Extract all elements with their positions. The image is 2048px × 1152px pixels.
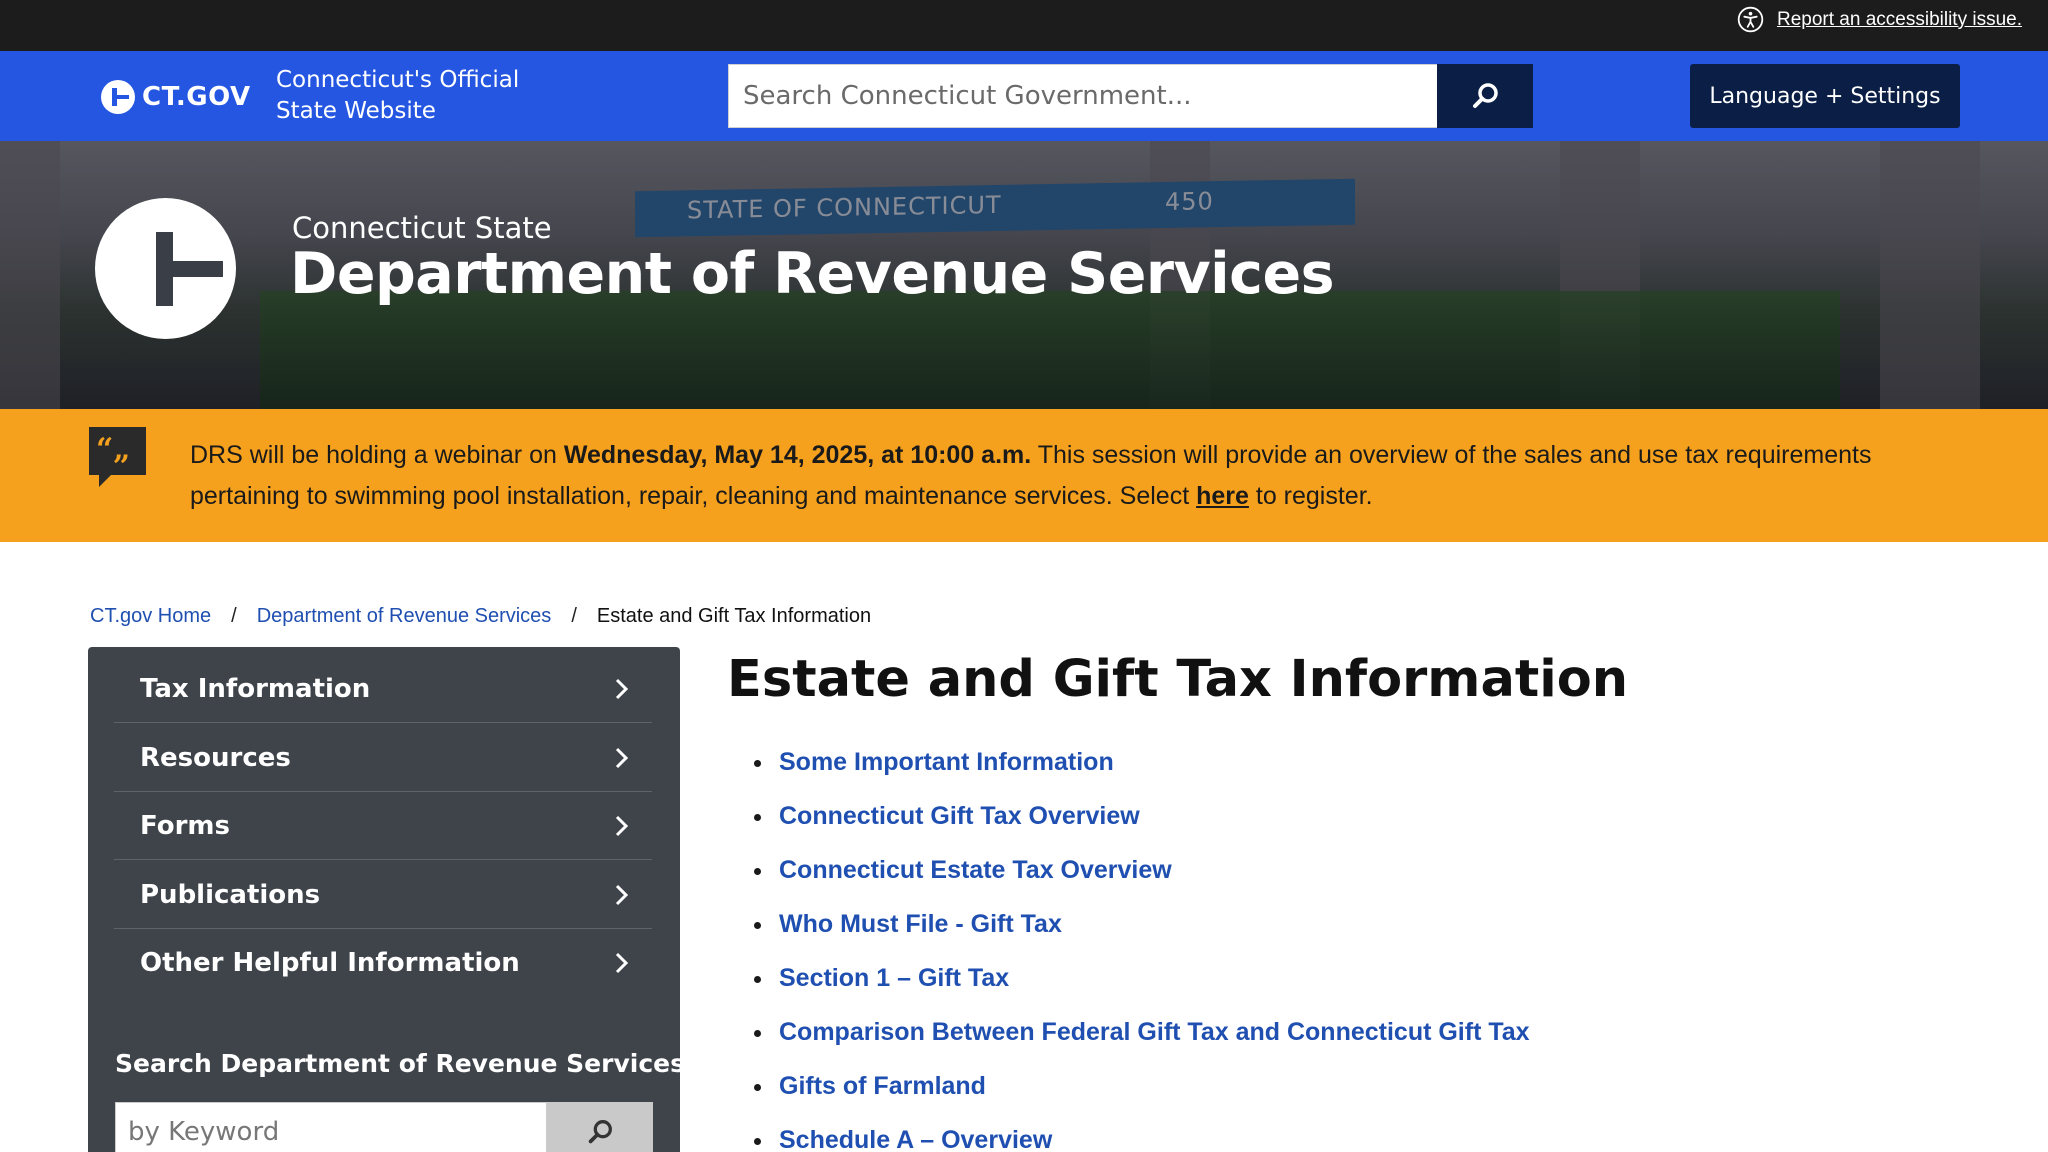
breadcrumb-separator: / [231,604,237,627]
link-some-important-information[interactable]: Some Important Information [779,748,1114,777]
list-item: Gifts of Farmland [752,1059,1530,1113]
tagline-line-2: State Website [276,98,436,124]
webinar-alert-banner: “„ DRS will be holding a webinar on Wedn… [0,409,2048,542]
accessibility-icon [1737,6,1764,33]
site-search-input[interactable]: Search Connecticut Government... [728,64,1438,128]
utility-bar: Report an accessibility issue. [0,0,2048,51]
accessibility-report-link[interactable]: Report an accessibility issue. [1737,5,2022,34]
quote-icon: “„ [89,427,146,487]
link-gifts-of-farmland[interactable]: Gifts of Farmland [779,1072,986,1101]
page-title: Estate and Gift Tax Information [727,650,1629,709]
sidebar-item-label: Resources [140,742,291,773]
sidebar-search-input[interactable]: by Keyword [115,1102,547,1152]
ct-gov-logo-text: CT.GOV [142,82,251,112]
breadcrumb-current: Estate and Gift Tax Information [596,604,872,627]
official-site-tagline: Connecticut's Official State Website [276,65,519,127]
search-icon [588,1120,612,1144]
sidebar-item-label: Other Helpful Information [140,948,520,978]
list-item: Connecticut Gift Tax Overview [752,789,1530,843]
sidebar-search-button[interactable] [547,1102,653,1152]
link-schedule-a-overview[interactable]: Schedule A – Overview [779,1126,1052,1152]
alert-text-3: to register. [1248,482,1373,510]
sidebar-item-label: Tax Information [140,673,371,704]
chevron-right-icon [615,747,629,768]
link-who-must-file-gift-tax[interactable]: Who Must File - Gift Tax [779,910,1062,939]
sidebar-nav: Tax Information Resources Forms Publicat… [88,647,685,1152]
accessibility-link-label: Report an accessibility issue. [1777,8,2022,30]
site-search-button[interactable] [1437,64,1533,128]
list-item: Who Must File - Gift Tax [752,897,1530,951]
sidebar-item-forms[interactable]: Forms [114,792,652,860]
svg-text:“„: “„ [96,432,131,467]
chevron-right-icon [615,884,629,905]
alert-register-link[interactable]: here [1196,482,1249,510]
language-settings-button[interactable]: Language + Settings [1690,64,1960,128]
list-item: Section 1 – Gift Tax [752,951,1530,1005]
ct-gov-logo[interactable]: CT.GOV [100,78,251,116]
breadcrumb-home-link[interactable]: CT.gov Home [90,605,211,628]
sidebar-item-label: Publications [140,879,321,910]
chevron-right-icon [615,678,629,699]
sidebar-item-label: Forms [140,810,230,841]
chevron-right-icon [615,815,629,836]
search-icon [1473,83,1498,108]
department-title[interactable]: Department of Revenue Services [290,241,1335,307]
sidebar-item-tax-information[interactable]: Tax Information [114,655,652,723]
breadcrumb: CT.gov Home / Department of Revenue Serv… [90,601,871,631]
department-hero: STATE OF CONNECTICUT 450 Connecticut Sta… [0,141,2048,409]
ct-logo-icon [101,80,135,114]
site-search-placeholder: Search Connecticut Government... [743,81,1192,111]
link-section-1-gift-tax[interactable]: Section 1 – Gift Tax [779,964,1009,993]
link-ct-estate-tax-overview[interactable]: Connecticut Estate Tax Overview [779,856,1172,885]
alert-message: DRS will be holding a webinar on Wednesd… [190,435,1980,517]
tagline-line-1: Connecticut's Official [276,67,520,93]
department-kicker: Connecticut State [292,211,552,245]
breadcrumb-separator: / [571,604,577,627]
chevron-right-icon [615,952,629,974]
list-item: Comparison Between Federal Gift Tax and … [752,1005,1530,1059]
alert-text-1: DRS will be holding a webinar on [190,441,564,469]
sidebar-item-other-helpful-information[interactable]: Other Helpful Information [114,929,652,997]
sidebar-item-resources[interactable]: Resources [114,724,652,792]
breadcrumb-department-link[interactable]: Department of Revenue Services [257,605,552,628]
list-item: Schedule A – Overview [752,1113,1530,1152]
topic-link-list: Some Important Information Connecticut G… [752,735,1530,1152]
sidebar-search-title: Search Department of Revenue Services [115,1049,685,1078]
link-ct-gift-tax-overview[interactable]: Connecticut Gift Tax Overview [779,802,1140,831]
alert-date: Wednesday, May 14, 2025, at 10:00 a.m. [563,441,1032,469]
site-header: CT.GOV Connecticut's Official State Webs… [0,51,2048,141]
sidebar-search-placeholder: by Keyword [128,1117,280,1147]
list-item: Connecticut Estate Tax Overview [752,843,1530,897]
department-logo-icon[interactable] [95,198,236,339]
list-item: Some Important Information [752,735,1530,789]
link-federal-vs-ct-gift-tax[interactable]: Comparison Between Federal Gift Tax and … [779,1018,1530,1047]
sidebar-item-publications[interactable]: Publications [114,861,652,929]
